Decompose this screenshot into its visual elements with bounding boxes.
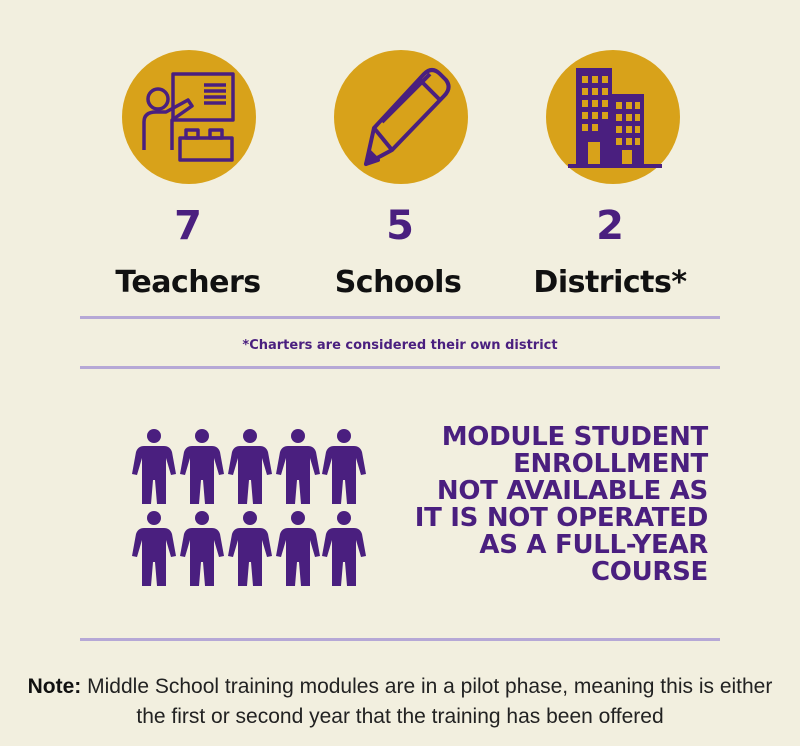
pencil-icon [364, 68, 451, 166]
enrollment-line: ENROLLMENT [513, 449, 708, 479]
schools-count: 5 [386, 203, 414, 249]
enrollment-line: AS A FULL-YEAR [479, 530, 708, 560]
people-group-icon [132, 428, 368, 588]
districts-count: 2 [596, 203, 624, 249]
note-label: Note: [27, 675, 82, 698]
enrollment-line: NOT AVAILABLE AS [436, 476, 708, 506]
buildings-icon-circle [546, 50, 680, 184]
teacher-icon-circle [122, 50, 256, 184]
divider-top [80, 316, 720, 319]
pencil-icon-circle [334, 50, 468, 184]
enrollment-line: COURSE [590, 557, 708, 587]
enrollment-line: MODULE STUDENT [441, 422, 709, 452]
divider-bottom [80, 638, 720, 641]
note-text: Middle School training modules are in a … [81, 675, 773, 728]
districts-label: Districts* [533, 265, 687, 300]
divider-middle [80, 366, 720, 369]
enrollment-message: MODULE STUDENT ENROLLMENT NOT AVAILABLE … [370, 422, 709, 587]
teachers-count: 7 [174, 203, 202, 249]
pilot-note: Note: Middle School training modules are… [20, 672, 780, 732]
buildings-icon [568, 68, 662, 168]
charter-footnote: *Charters are considered their own distr… [242, 338, 558, 353]
teacher-board-icon [142, 72, 235, 162]
enrollment-line: IT IS NOT OPERATED [414, 503, 709, 533]
